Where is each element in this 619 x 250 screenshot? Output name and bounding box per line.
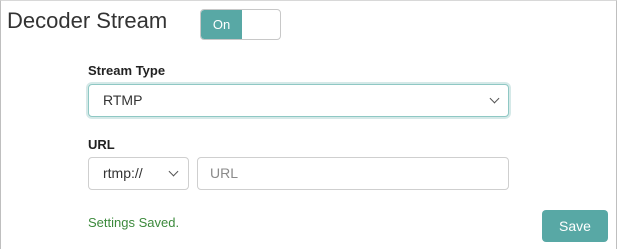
stream-type-label: Stream Type [88,63,166,78]
decoder-stream-panel: Decoder Stream On Stream Type RTMP URL r… [0,0,617,249]
section-title: Decoder Stream [7,8,168,33]
url-input[interactable]: URL [197,157,509,190]
save-button[interactable]: Save [542,210,608,242]
protocol-select[interactable]: rtmp:// [88,157,189,190]
toggle-on-label: On [201,10,242,39]
url-placeholder: URL [210,165,239,181]
stream-type-value: RTMP [103,92,143,108]
chevron-down-icon [489,93,500,104]
stream-type-select[interactable]: RTMP [88,84,509,117]
chevron-down-icon [168,166,179,177]
stream-toggle[interactable]: On [200,9,281,40]
url-label: URL [88,137,115,152]
status-message: Settings Saved. [88,215,180,230]
protocol-value: rtmp:// [103,165,143,181]
